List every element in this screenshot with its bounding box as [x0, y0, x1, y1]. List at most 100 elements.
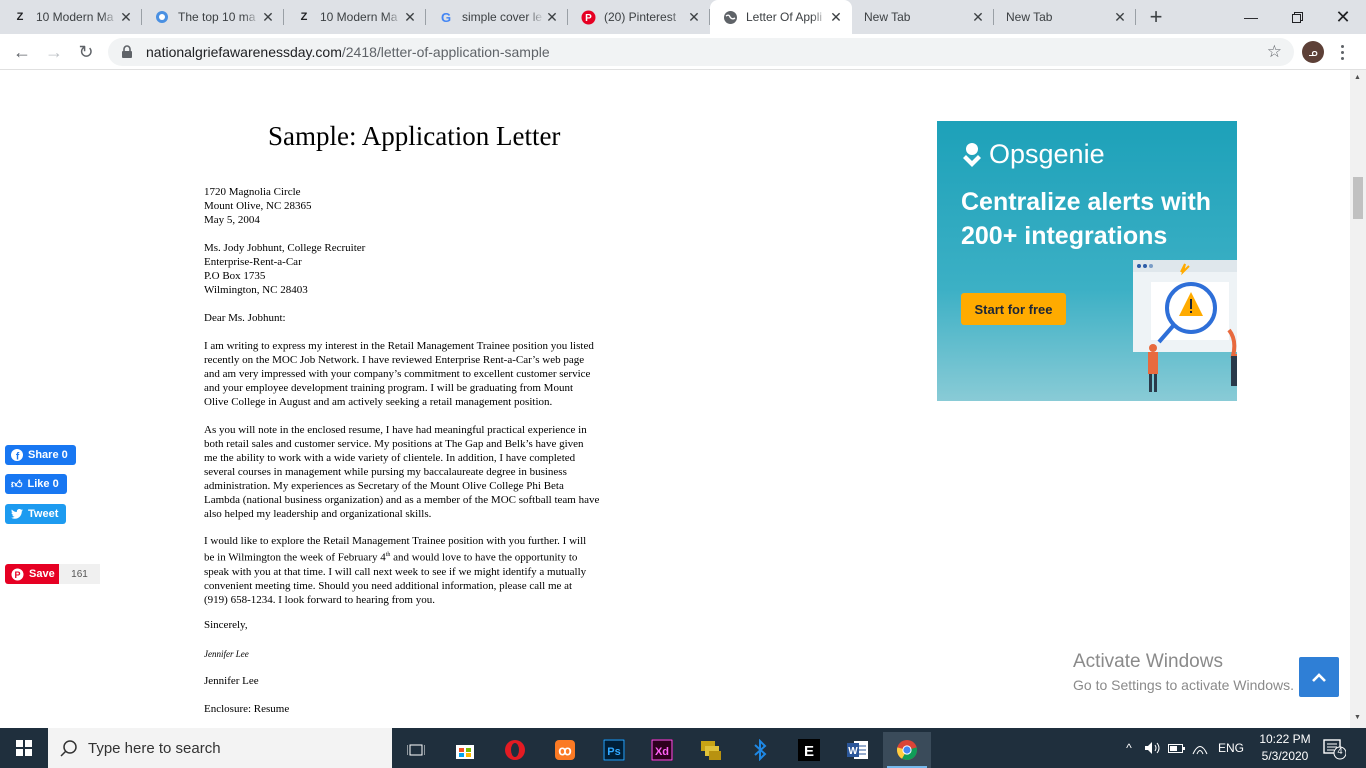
url-text: nationalgriefawarenessday.com/2418/lette…	[146, 44, 550, 60]
alert-illustration-icon	[1133, 260, 1237, 392]
save-label: Save	[29, 568, 55, 580]
tab-5[interactable]: P (20) Pinterest ✕	[568, 0, 710, 34]
taskbar-search-box[interactable]: Type here to search	[48, 728, 392, 768]
tab-title: The top 10 ma	[178, 10, 256, 24]
tab-2[interactable]: The top 10 ma ✕	[142, 0, 284, 34]
wifi-icon[interactable]	[1192, 741, 1208, 755]
windows-taskbar: Type here to search ꝏ Ps Xd E W ^ ENG 10…	[0, 728, 1366, 768]
reload-icon[interactable]: ↻	[72, 38, 100, 66]
photoshop-icon[interactable]: Ps	[590, 732, 638, 768]
tab-title: Letter Of Appli	[746, 10, 823, 24]
opera-icon[interactable]	[491, 732, 539, 768]
minimize-button[interactable]: —	[1228, 0, 1274, 34]
salutation: Dear Ms. Jobhunt:	[204, 312, 286, 324]
scrollbar-thumb[interactable]	[1353, 177, 1363, 219]
start-button[interactable]	[0, 728, 48, 768]
bookmark-star-icon[interactable]: ☆	[1267, 42, 1282, 62]
chrome-icon[interactable]	[883, 732, 931, 768]
ad-brand: Opsgenie	[961, 139, 1105, 170]
facebook-share-button[interactable]: f Share 0	[5, 445, 76, 465]
new-tab-button[interactable]: +	[1142, 0, 1170, 34]
close-tab-icon[interactable]: ✕	[1112, 9, 1128, 26]
zety-favicon-icon: Z	[16, 11, 24, 23]
close-window-button[interactable]: ✕	[1320, 0, 1366, 34]
tab-6-active[interactable]: Letter Of Appli ✕	[710, 0, 852, 34]
close-tab-icon[interactable]: ✕	[402, 9, 418, 26]
close-tab-icon[interactable]: ✕	[260, 9, 276, 26]
tab-7[interactable]: New Tab ✕	[852, 0, 994, 34]
close-tab-icon[interactable]: ✕	[828, 9, 844, 26]
system-tray: ^ ENG	[1120, 728, 1244, 768]
opsgenie-advertisement[interactable]: Opsgenie Centralize alerts with 200+ int…	[937, 121, 1237, 401]
svg-text:P: P	[14, 570, 20, 580]
svg-text:ꝏ: ꝏ	[558, 743, 571, 758]
zety-favicon-icon: Z	[300, 11, 308, 23]
action-center-button[interactable]: 4	[1322, 736, 1347, 760]
facebook-like-button[interactable]: 👍︎ Like 0	[5, 474, 67, 494]
back-to-top-button[interactable]	[1299, 657, 1339, 697]
stacked-apps-icon[interactable]	[687, 732, 735, 768]
search-icon	[60, 740, 77, 757]
letter-title: Sample: Application Letter	[268, 121, 561, 151]
tab-title: New Tab	[864, 10, 911, 24]
avatar-initial: ᓄ	[1308, 46, 1318, 59]
e-app-icon[interactable]: E	[785, 732, 833, 768]
profile-avatar[interactable]: ᓄ	[1302, 41, 1324, 63]
tab-title: 10 Modern Ma	[36, 10, 114, 24]
tweet-button[interactable]: Tweet	[5, 504, 67, 524]
activate-windows-watermark: Activate Windows Go to Settings to activ…	[1073, 651, 1294, 693]
google-favicon-icon: G	[440, 9, 452, 25]
scroll-down-arrow-icon[interactable]: ▼	[1354, 714, 1361, 721]
lock-icon	[122, 45, 132, 58]
closing: Sincerely,	[204, 619, 248, 631]
paragraph-1: I am writing to express my interest in t…	[204, 340, 594, 408]
browser-menu-icon[interactable]	[1334, 40, 1350, 64]
bluetooth-icon[interactable]	[736, 732, 784, 768]
paragraph-2: As you will note in the enclosed resume,…	[204, 424, 600, 520]
forward-arrow-icon[interactable]: →	[40, 38, 68, 66]
chevron-up-icon[interactable]: ^	[1120, 741, 1138, 755]
clock-time: 10:22 PM	[1259, 732, 1311, 746]
enclosure-line: Enclosure: Resume	[204, 703, 290, 715]
thumbs-up-icon: 👍︎	[11, 478, 23, 491]
facebook-icon: f	[11, 449, 23, 461]
microsoft-word-icon[interactable]: W	[834, 732, 882, 768]
notification-count: 4	[1337, 746, 1343, 756]
microsoft-store-icon[interactable]	[441, 732, 489, 768]
close-tab-icon[interactable]: ✕	[118, 9, 134, 26]
battery-icon[interactable]	[1168, 742, 1186, 754]
close-tab-icon[interactable]: ✕	[544, 9, 560, 26]
windows-logo-icon	[16, 740, 32, 756]
start-for-free-button[interactable]: Start for free	[961, 293, 1066, 325]
close-tab-icon[interactable]: ✕	[970, 9, 986, 26]
recipient-address: Ms. Jody Jobhunt, College Recruiter Ente…	[204, 242, 366, 296]
restore-button[interactable]	[1274, 0, 1320, 34]
tab-4[interactable]: G simple cover le ✕	[426, 0, 568, 34]
xampp-icon[interactable]: ꝏ	[541, 732, 589, 768]
paragraph-3: I would like to explore the Retail Manag…	[204, 534, 654, 607]
sender-address: 1720 Magnolia Circle Mount Olive, NC 283…	[204, 186, 312, 226]
tab-title: (20) Pinterest	[604, 10, 677, 24]
tab-title: simple cover le	[462, 10, 543, 24]
tweet-label: Tweet	[28, 508, 59, 520]
tab-8[interactable]: New Tab ✕	[994, 0, 1136, 34]
page-scrollbar[interactable]: ▲ ▼	[1350, 70, 1366, 728]
tab-1[interactable]: Z 10 Modern Ma ✕	[0, 0, 142, 34]
task-view-icon[interactable]	[392, 732, 440, 768]
share-label: Share 0	[28, 449, 68, 461]
svg-text:Xd: Xd	[655, 746, 669, 758]
taskbar-clock[interactable]: 10:22 PM 5/3/2020	[1254, 731, 1316, 765]
tab-3[interactable]: Z 10 Modern Ma ✕	[284, 0, 426, 34]
like-label: Like 0	[27, 478, 59, 490]
scroll-up-arrow-icon[interactable]: ▲	[1354, 74, 1361, 81]
adobe-xd-icon[interactable]: Xd	[638, 732, 686, 768]
pinterest-save-button[interactable]: P Save	[5, 564, 63, 584]
close-tab-icon[interactable]: ✕	[686, 9, 702, 26]
language-indicator[interactable]: ENG	[1218, 741, 1244, 755]
ad-headline: Centralize alerts with 200+ integrations	[961, 188, 1212, 250]
speaker-icon[interactable]	[1144, 741, 1162, 755]
sender-name: Jennifer Lee	[204, 675, 259, 687]
address-bar[interactable]: nationalgriefawarenessday.com/2418/lette…	[108, 38, 1294, 66]
clock-date: 5/3/2020	[1261, 749, 1309, 763]
back-arrow-icon[interactable]: ←	[8, 38, 36, 66]
